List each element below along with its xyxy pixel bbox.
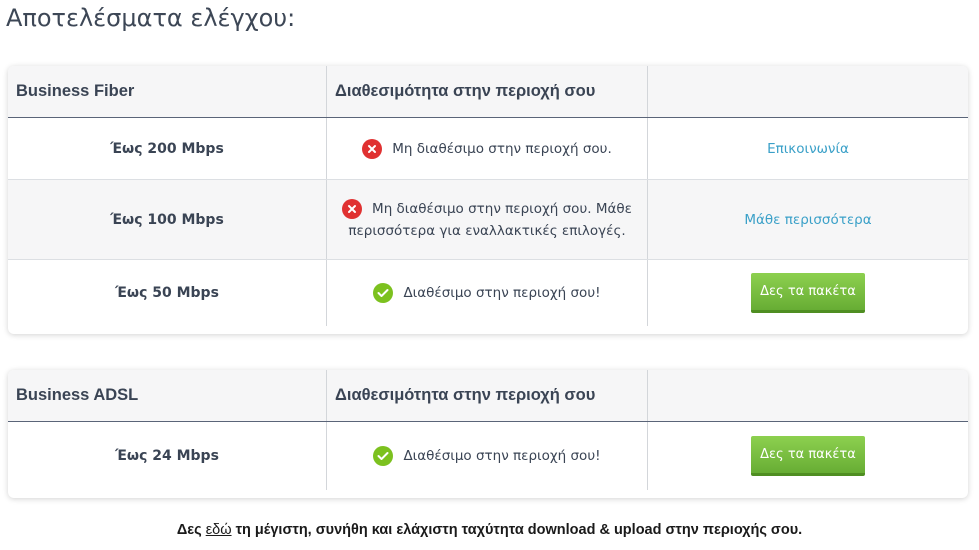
status-text: Μη διαθέσιμο στην περιοχή σου. Μάθε <box>372 200 632 217</box>
status-text: Διαθέσιμο στην περιοχή σου! <box>403 448 601 464</box>
table-row: Έως 50 Mbps Διαθέσιμο στην περιοχή σου! … <box>8 260 968 326</box>
fiber-results-table: Business Fiber Διαθεσιμότητα στην περιοχ… <box>8 66 968 334</box>
here-link[interactable]: εδώ <box>206 522 232 538</box>
table-row: Έως 24 Mbps Διαθέσιμο στην περιοχή σου! … <box>8 422 968 490</box>
status-text: Διαθέσιμο στην περιοχή σου! <box>403 285 601 301</box>
see-packages-button[interactable]: Δες τα πακέτα <box>751 273 865 313</box>
x-circle-icon <box>342 198 363 219</box>
product-name: Business ADSL <box>16 386 139 404</box>
table-row: Έως 100 Mbps Μη διαθέσιμο στην περιοχή σ… <box>8 180 968 260</box>
contact-link[interactable]: Επικοινωνία <box>767 141 849 157</box>
speed-label: Έως 100 Mbps <box>110 211 224 228</box>
status-text: Μη διαθέσιμο στην περιοχή σου. <box>392 140 612 157</box>
availability-header: Διαθεσιμότητα στην περιοχή σου <box>335 82 596 100</box>
table-header: Business ADSL Διαθεσιμότητα στην περιοχή… <box>8 370 968 422</box>
footer-suffix: τη μέγιστη, συνήθη και ελάχιστη ταχύτητα… <box>231 522 803 538</box>
availability-header: Διαθεσιμότητα στην περιοχή σου <box>335 386 596 404</box>
check-circle-icon <box>373 283 394 303</box>
table-row: Έως 200 Mbps Μη διαθέσιμο στην περιοχή σ… <box>8 118 968 180</box>
adsl-results-table: Business ADSL Διαθεσιμότητα στην περιοχή… <box>8 370 968 498</box>
speed-info-footer: Δες εδώ τη μέγιστη, συνήθη και ελάχιστη … <box>0 522 979 538</box>
learn-more-link[interactable]: Μάθε περισσότερα <box>744 212 871 228</box>
see-packages-button[interactable]: Δες τα πακέτα <box>751 436 865 476</box>
speed-label: Έως 24 Mbps <box>115 448 219 464</box>
footer-prefix: Δες <box>176 522 206 538</box>
speed-label: Έως 50 Mbps <box>115 285 219 301</box>
page-title: Αποτελέσματα ελέγχου: <box>6 4 296 32</box>
status-text: περισσότερα για εναλλακτικές επιλογές. <box>348 222 626 239</box>
speed-label: Έως 200 Mbps <box>110 140 224 157</box>
table-header: Business Fiber Διαθεσιμότητα στην περιοχ… <box>8 66 968 118</box>
product-name: Business Fiber <box>16 82 135 100</box>
x-circle-icon <box>362 138 383 159</box>
check-circle-icon <box>373 446 394 466</box>
